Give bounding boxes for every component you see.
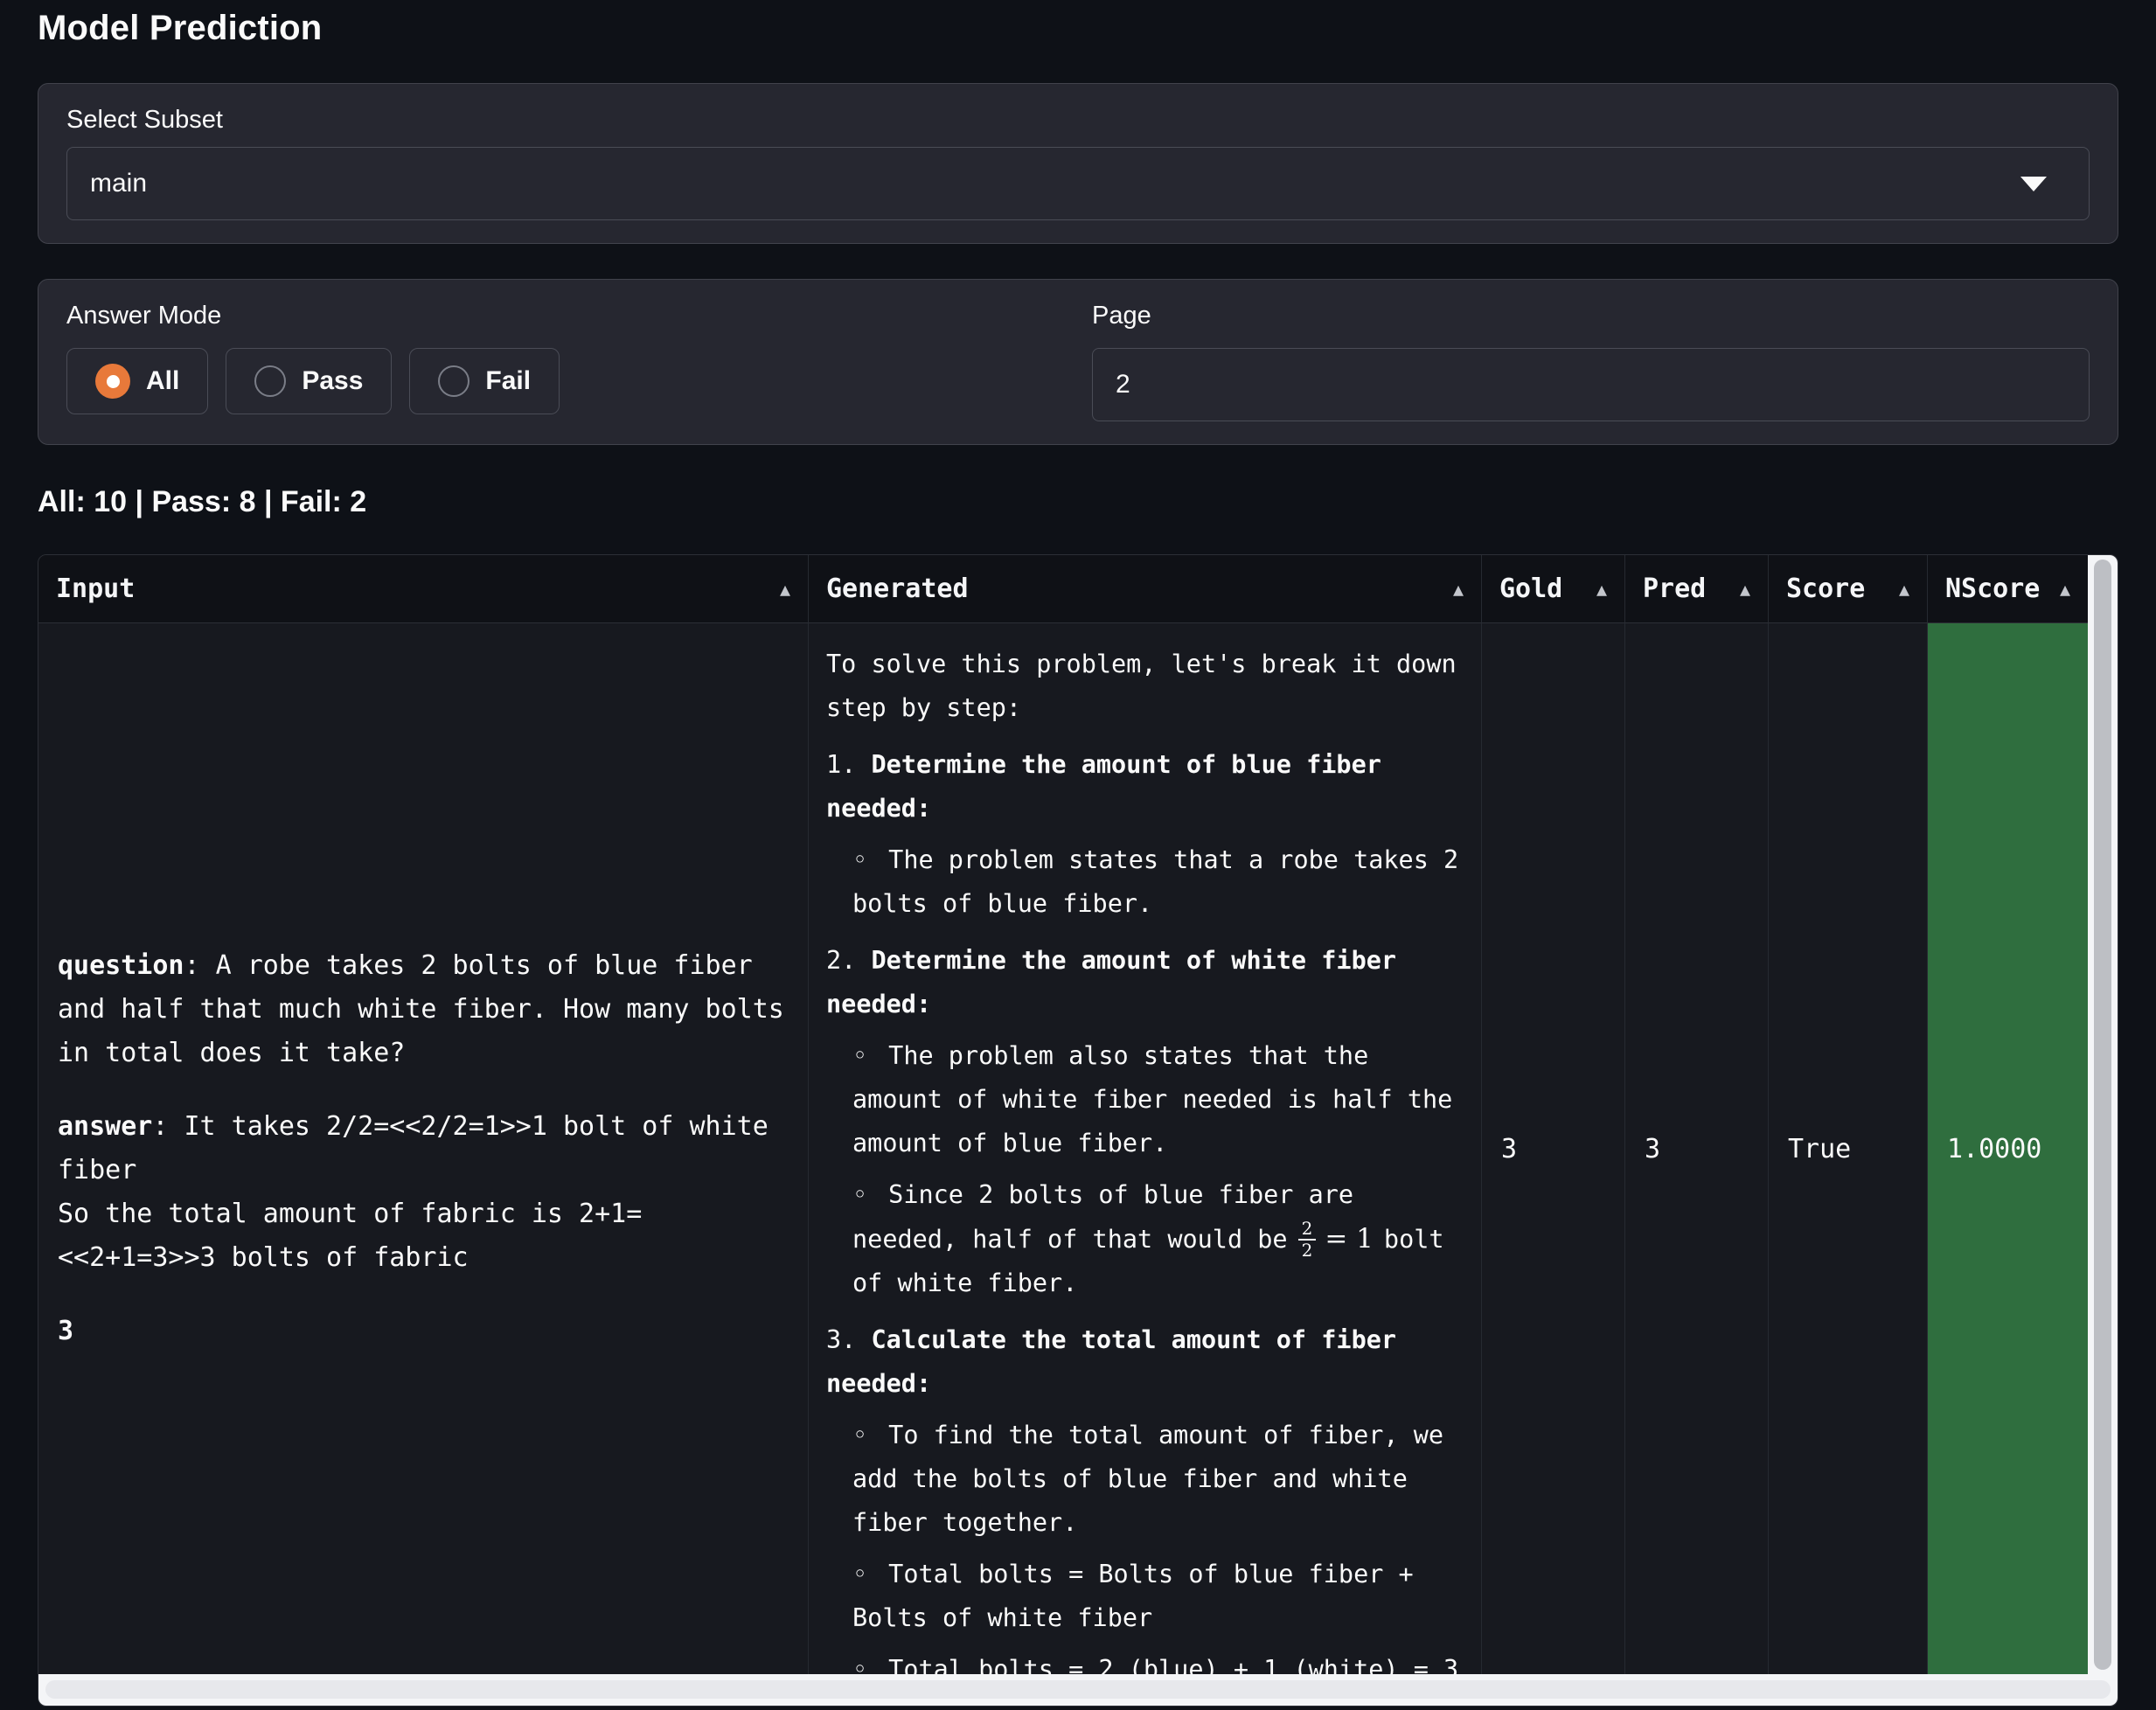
answer-mode-label: Answer Mode	[66, 301, 1064, 330]
radio-option-all[interactable]: All	[66, 348, 208, 414]
page-label: Page	[1092, 301, 2090, 330]
cell-pred[interactable]: 3	[1625, 623, 1769, 1674]
bullet-marker: ◦	[852, 1421, 867, 1449]
generated-bullet-math: ◦Since 2 bolts of blue fiber are needed,…	[852, 1173, 1464, 1305]
cell-generated[interactable]: To solve this problem, let's break it do…	[809, 623, 1482, 1674]
generated-bullet: ◦To find the total amount of fiber, we a…	[852, 1414, 1464, 1545]
subset-select[interactable]: main	[66, 147, 2090, 220]
radio-unselected-icon	[438, 365, 469, 397]
column-header-pred[interactable]: Pred ▲	[1625, 555, 1769, 623]
chevron-down-icon	[2020, 177, 2047, 191]
page-input[interactable]: 2	[1092, 348, 2090, 421]
generated-bullet: ◦The problem states that a robe takes 2 …	[852, 838, 1464, 926]
column-header-generated[interactable]: Generated ▲	[809, 555, 1482, 623]
answer-mode-radio-row: All Pass Fail	[66, 348, 1064, 414]
cell-input[interactable]: question: A robe takes 2 bolts of blue f…	[38, 623, 809, 1674]
sort-asc-icon: ▲	[1596, 579, 1607, 600]
horizontal-scrollbar-track[interactable]	[38, 1674, 2118, 1706]
subset-selected-value: main	[90, 169, 147, 198]
cell-score[interactable]: True	[1769, 623, 1928, 1674]
vertical-scrollbar-track[interactable]	[2088, 555, 2118, 1674]
input-answer: answer: It takes 2/2=<<2/2=1>>1 bolt of …	[58, 1105, 789, 1280]
sort-asc-icon: ▲	[1899, 579, 1909, 600]
sort-asc-icon: ▲	[780, 579, 790, 600]
sort-asc-icon: ▲	[2060, 579, 2070, 600]
generated-bullet: ◦The problem also states that the amount…	[852, 1034, 1464, 1165]
stats-summary: All: 10 | Pass: 8 | Fail: 2	[38, 485, 2118, 519]
column-header-nscore[interactable]: NScore ▲	[1928, 555, 2088, 623]
generated-step-3: 3. Calculate the total amount of fiber n…	[826, 1318, 1464, 1674]
bullet-marker: ◦	[852, 1180, 867, 1209]
generated-bullet: ◦Total bolts = Bolts of blue fiber + Bol…	[852, 1553, 1464, 1640]
subset-card: Select Subset main	[38, 83, 2118, 244]
generated-intro: To solve this problem, let's break it do…	[826, 643, 1464, 730]
generated-step-2: 2. Determine the amount of white fiber n…	[826, 939, 1464, 1305]
nscore-cell[interactable]: 1.0000	[1928, 623, 2088, 1674]
math-fraction: 22= 1	[1298, 1225, 1374, 1254]
radio-selected-icon	[95, 364, 130, 399]
page-group: Page 2	[1092, 301, 2090, 421]
sort-asc-icon: ▲	[1453, 579, 1464, 600]
page-title: Model Prediction	[38, 9, 2118, 48]
bullet-marker: ◦	[852, 845, 867, 874]
bullet-marker: ◦	[852, 1041, 867, 1070]
column-header-gold[interactable]: Gold ▲	[1482, 555, 1625, 623]
cell-gold[interactable]: 3	[1482, 623, 1625, 1674]
bullet-marker: ◦	[852, 1560, 867, 1588]
input-final-answer: 3	[58, 1310, 789, 1353]
generated-step-1: 1. Determine the amount of blue fiber ne…	[826, 743, 1464, 926]
radio-option-pass[interactable]: Pass	[226, 348, 392, 414]
column-header-input[interactable]: Input ▲	[38, 555, 809, 623]
radio-unselected-icon	[254, 365, 286, 397]
page-input-value: 2	[1116, 370, 1130, 400]
answer-mode-group: Answer Mode All Pass Fail	[66, 301, 1064, 421]
sort-asc-icon: ▲	[1740, 579, 1750, 600]
generated-bullet: ◦Total bolts = 2 (blue) + 1 (white) = 3 …	[852, 1648, 1464, 1674]
bullet-marker: ◦	[852, 1655, 867, 1674]
results-table: Input ▲ Generated ▲ Gold ▲ Pred ▲ Score …	[38, 554, 2118, 1707]
vertical-scrollbar-thumb[interactable]	[2094, 560, 2111, 1670]
subset-label: Select Subset	[66, 105, 2090, 135]
filter-card: Answer Mode All Pass Fail	[38, 279, 2118, 445]
horizontal-scrollbar-thumb[interactable]	[45, 1680, 2111, 1699]
radio-option-fail[interactable]: Fail	[409, 348, 560, 414]
column-header-score[interactable]: Score ▲	[1769, 555, 1928, 623]
app-root: Model Prediction Select Subset main Answ…	[0, 0, 2156, 1707]
input-question: question: A robe takes 2 bolts of blue f…	[58, 944, 789, 1075]
